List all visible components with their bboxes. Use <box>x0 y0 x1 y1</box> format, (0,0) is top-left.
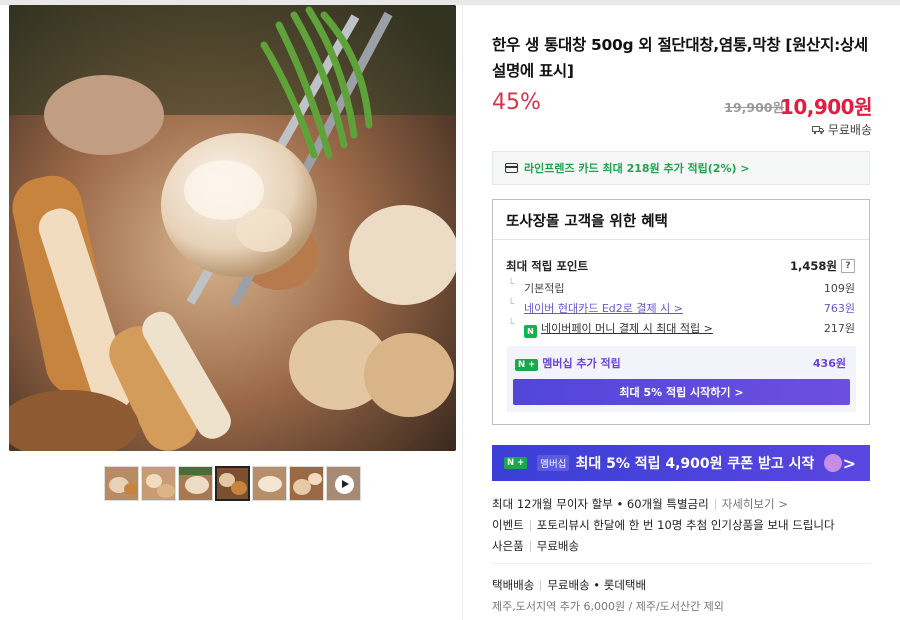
discount-rate: 45% <box>492 90 541 115</box>
membership-start-button[interactable]: 최대 5% 적립 시작하기 > <box>513 379 850 405</box>
main-product-image[interactable] <box>9 5 456 451</box>
thumbnail-3[interactable] <box>178 466 213 501</box>
details-link[interactable]: 자세히보기 > <box>722 496 788 512</box>
divider <box>529 540 531 552</box>
divider <box>540 579 542 591</box>
thumbnail-video[interactable] <box>326 466 361 501</box>
card-promo-bar[interactable]: 라인프렌즈 카드 최대 218원 추가 적립(2%) > <box>492 151 870 185</box>
points-row-value: 763원 <box>823 302 855 315</box>
membership-coupon-banner[interactable]: N + 멤버십 최대 5% 적립 4,900원 쿠폰 받고 시작 > <box>492 445 870 481</box>
points-row-label: 기본적립 <box>506 279 564 296</box>
shipping-type: 택배배송 <box>492 578 535 592</box>
column-divider <box>462 0 463 620</box>
delivery-tag: 무료배송 <box>811 121 872 138</box>
max-points-label: 최대 적립 포인트 <box>506 259 589 273</box>
gift-row: 사은품 무료배송 <box>492 538 579 554</box>
truck-icon <box>811 125 824 134</box>
help-icon[interactable]: ? <box>841 259 855 273</box>
points-row-card: 네이버 현대카드 Ed2로 결제 시 > 763원 <box>506 299 855 316</box>
naver-plus-icon: N + <box>504 457 528 469</box>
banner-text: 최대 5% 적립 4,900원 쿠폰 받고 시작 <box>575 456 815 472</box>
gift-label: 사은품 <box>492 539 524 553</box>
npay-icon: N <box>524 325 537 338</box>
shipping-extra: 제주,도서지역 추가 6,000원 / 제주/도서산간 제외 <box>492 600 724 613</box>
product-title: 한우 생 통대창 500g 외 절단대창,염통,막창 [원산지:상세설명에 표시… <box>492 36 868 80</box>
points-row-basic: 기본적립 109원 <box>506 279 855 296</box>
food-photo <box>9 5 456 451</box>
shipping-row: 택배배송 무료배송 • 롯데택배 <box>492 577 646 593</box>
naver-plus-icon: N + <box>515 359 539 371</box>
shipping-fee: 무료배송 • 롯데택배 <box>547 578 647 592</box>
thumbnail-4[interactable] <box>215 466 250 501</box>
points-row-npay: N 네이버페이 머니 결제 시 최대 적립 > 217원 <box>506 319 855 338</box>
credit-card-icon <box>505 163 518 173</box>
thumbnail-strip <box>104 466 361 501</box>
gift-text: 무료배송 <box>536 539 580 553</box>
play-icon <box>335 475 354 494</box>
delivery-tag-label: 무료배송 <box>827 123 872 137</box>
card-promo-text: 라인프렌즈 카드 최대 218원 추가 적립(2%) > <box>524 162 750 175</box>
thumbnail-6[interactable] <box>289 466 324 501</box>
event-label: 이벤트 <box>492 518 524 532</box>
npay-money-link[interactable]: 네이버페이 머니 결제 시 최대 적립 > <box>541 322 713 335</box>
original-price: 19,900원 <box>724 100 784 115</box>
divider <box>714 498 716 510</box>
membership-row: N + 멤버십 추가 적립 436원 <box>515 355 846 371</box>
max-points-row: 최대 적립 포인트 1,458원? <box>506 258 855 274</box>
event-text: 포토리뷰시 한달에 한 번 10명 추첨 인기상품을 보내 드립니다 <box>536 518 835 532</box>
section-divider <box>492 563 870 564</box>
thumbnail-2[interactable] <box>141 466 176 501</box>
thumbnail-5[interactable] <box>252 466 287 501</box>
benefit-heading: 또사장몰 고객을 위한 혜택 <box>493 200 869 240</box>
points-row-value: 217원 <box>823 322 855 335</box>
membership-label: 멤버십 추가 적립 <box>542 357 621 370</box>
max-points-value: 1,458원 <box>790 259 837 273</box>
benefit-panel: 또사장몰 고객을 위한 혜택 최대 적립 포인트 1,458원? 기본적립 10… <box>492 199 870 425</box>
thumbnail-1[interactable] <box>104 466 139 501</box>
membership-box: N + 멤버십 추가 적립 436원 최대 5% 적립 시작하기 > <box>507 346 856 412</box>
installment-row: 최대 12개월 무이자 할부 • 60개월 특별금리 자세히보기 > <box>492 496 788 512</box>
sale-price: 10,900원 <box>779 95 873 119</box>
product-gallery <box>0 0 462 620</box>
event-row: 이벤트 포토리뷰시 한달에 한 번 10명 추첨 인기상품을 보내 드립니다 <box>492 517 835 533</box>
chevron-right-icon: > <box>842 453 856 473</box>
membership-value: 436원 <box>812 357 846 370</box>
membership-tag: 멤버십 <box>537 455 570 471</box>
hyundai-card-link[interactable]: 네이버 현대카드 Ed2로 결제 시 > <box>524 302 683 315</box>
divider <box>529 519 531 531</box>
gift-icon <box>824 454 843 472</box>
points-row-value: 109원 <box>823 282 855 295</box>
installment-text: 최대 12개월 무이자 할부 • 60개월 특별금리 <box>492 497 709 511</box>
